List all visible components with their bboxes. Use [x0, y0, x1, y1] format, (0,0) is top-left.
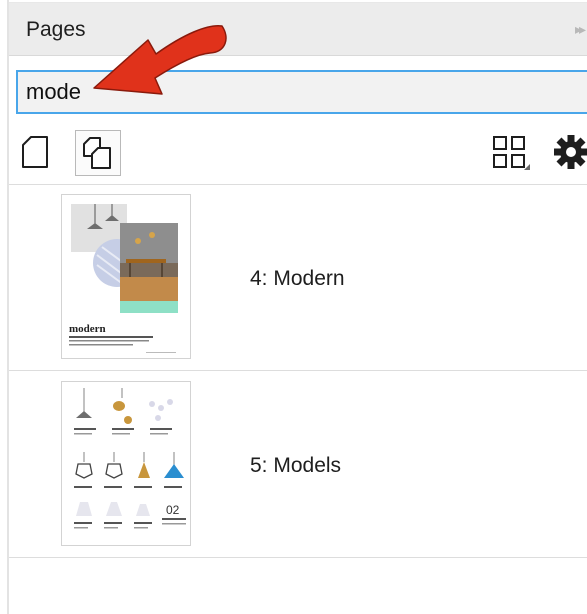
annotation-arrow-icon [93, 25, 227, 95]
page-thumbnail: 02 [61, 381, 191, 546]
settings-gear-icon [554, 135, 587, 169]
page-list-item[interactable]: 02 5: Models [9, 371, 587, 558]
new-page-button[interactable] [17, 132, 53, 172]
page-thumbnail-art: 02 [74, 388, 186, 529]
view-mode-icon [493, 136, 530, 170]
page-label: 4: Modern [250, 267, 345, 290]
docker-title: Pages [26, 18, 86, 41]
new-page-icon [22, 136, 48, 168]
page-thumbnail: modern [61, 194, 191, 359]
page-thumbnail-art: modern [69, 204, 178, 353]
pages-docker: Pages ▸▸ mode modern 4: Modern 02 5: Mod… [0, 0, 587, 614]
page-label: 5: Models [250, 454, 342, 477]
thumbnail-page-number: 02 [166, 503, 180, 517]
duplicate-page-icon [83, 137, 111, 169]
duplicate-page-button[interactable] [75, 130, 121, 176]
list-divider [9, 557, 587, 558]
view-mode-button[interactable] [491, 134, 531, 172]
dock-collapse-icon[interactable]: ▸▸ [575, 21, 586, 38]
thumbnail-title-text: modern [69, 323, 106, 335]
page-list-item[interactable]: modern 4: Modern [9, 185, 587, 372]
settings-button[interactable] [549, 132, 587, 172]
pages-toolbar [9, 118, 587, 184]
